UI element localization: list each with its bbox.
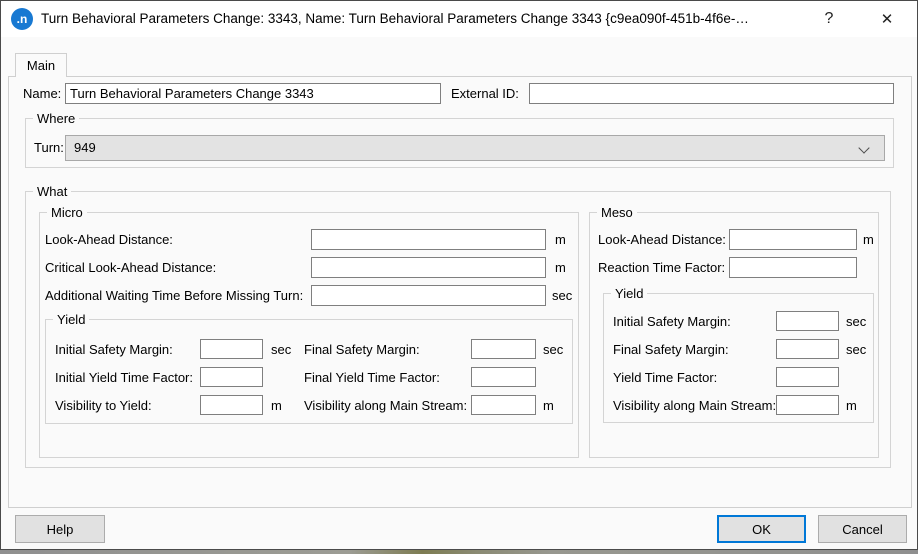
meso-reaction-time-factor-input[interactable] — [729, 257, 857, 278]
meso-initial-safety-margin-input[interactable] — [776, 311, 839, 331]
meso-visibility-along-main-stream-unit: m — [846, 398, 857, 413]
cancel-button[interactable]: Cancel — [818, 515, 907, 543]
micro-look-ahead-distance-input[interactable] — [311, 229, 546, 250]
window-title: Turn Behavioral Parameters Change: 3343,… — [41, 11, 749, 26]
name-input[interactable] — [65, 83, 441, 104]
turn-combobox-value: 949 — [74, 140, 96, 155]
external-id-label: External ID: — [451, 86, 519, 101]
meso-visibility-along-main-stream-input[interactable] — [776, 395, 839, 415]
micro-initial-safety-margin-input[interactable] — [200, 339, 263, 359]
micro-critical-look-ahead-distance-input[interactable] — [311, 257, 546, 278]
micro-final-safety-margin-unit: sec — [543, 342, 564, 357]
screen: .n Turn Behavioral Parameters Change: 33… — [0, 0, 918, 554]
meso-final-safety-margin-label: Final Safety Margin: — [613, 342, 729, 357]
meso-yield-time-factor-label: Yield Time Factor: — [613, 370, 718, 385]
meso-look-ahead-distance-unit: m — [863, 232, 874, 247]
window-close-button[interactable]: ✕ — [864, 1, 910, 37]
help-button[interactable]: Help — [15, 515, 105, 543]
window-help-button[interactable]: ? — [806, 1, 852, 37]
turn-behavioral-parameters-dialog: .n Turn Behavioral Parameters Change: 33… — [0, 0, 918, 550]
micro-additional-waiting-time-unit: sec — [552, 288, 573, 303]
chevron-down-icon — [858, 142, 870, 154]
micro-critical-look-ahead-distance-label: Critical Look-Ahead Distance: — [45, 260, 217, 275]
meso-final-safety-margin-unit: sec — [846, 342, 867, 357]
micro-visibility-along-main-stream-label: Visibility along Main Stream: — [304, 398, 468, 413]
meso-final-safety-margin-input[interactable] — [776, 339, 839, 359]
micro-group-title: Micro — [47, 205, 87, 220]
micro-visibility-along-main-stream-unit: m — [543, 398, 554, 413]
ok-button[interactable]: OK — [717, 515, 806, 543]
micro-look-ahead-distance-unit: m — [555, 232, 566, 247]
tab-main[interactable]: Main — [15, 53, 67, 77]
meso-initial-safety-margin-unit: sec — [846, 314, 867, 329]
micro-additional-waiting-time-label: Additional Waiting Time Before Missing T… — [45, 288, 304, 303]
name-label: Name: — [23, 86, 62, 101]
desktop-background-strip — [0, 550, 918, 554]
micro-final-safety-margin-label: Final Safety Margin: — [304, 342, 420, 357]
micro-initial-yield-time-factor-input[interactable] — [200, 367, 263, 387]
aimsun-app-icon: .n — [11, 8, 33, 30]
meso-look-ahead-distance-input[interactable] — [729, 229, 857, 250]
micro-additional-waiting-time-input[interactable] — [311, 285, 546, 306]
meso-yield-time-factor-input[interactable] — [776, 367, 839, 387]
micro-final-safety-margin-input[interactable] — [471, 339, 536, 359]
meso-initial-safety-margin-label: Initial Safety Margin: — [613, 314, 731, 329]
micro-visibility-to-yield-input[interactable] — [200, 395, 263, 415]
micro-final-yield-time-factor-input[interactable] — [471, 367, 536, 387]
meso-visibility-along-main-stream-label: Visibility along Main Stream: — [613, 398, 777, 413]
what-group-title: What — [33, 184, 72, 199]
title-bar[interactable]: .n Turn Behavioral Parameters Change: 33… — [1, 1, 917, 37]
micro-initial-yield-time-factor-label: Initial Yield Time Factor: — [55, 370, 193, 385]
turn-combobox[interactable]: 949 — [65, 135, 885, 161]
micro-initial-safety-margin-label: Initial Safety Margin: — [55, 342, 173, 357]
meso-group-title: Meso — [597, 205, 637, 220]
micro-visibility-to-yield-unit: m — [271, 398, 282, 413]
micro-look-ahead-distance-label: Look-Ahead Distance: — [45, 232, 173, 247]
micro-yield-group-title: Yield — [53, 312, 90, 327]
micro-visibility-to-yield-label: Visibility to Yield: — [55, 398, 152, 413]
where-group-title: Where — [33, 111, 80, 126]
micro-critical-look-ahead-distance-unit: m — [555, 260, 566, 275]
meso-look-ahead-distance-label: Look-Ahead Distance: — [598, 232, 726, 247]
micro-initial-safety-margin-unit: sec — [271, 342, 292, 357]
micro-final-yield-time-factor-label: Final Yield Time Factor: — [304, 370, 440, 385]
micro-visibility-along-main-stream-input[interactable] — [471, 395, 536, 415]
turn-label: Turn: — [34, 140, 64, 155]
meso-yield-group-title: Yield — [611, 286, 648, 301]
meso-reaction-time-factor-label: Reaction Time Factor: — [598, 260, 726, 275]
external-id-input[interactable] — [529, 83, 894, 104]
